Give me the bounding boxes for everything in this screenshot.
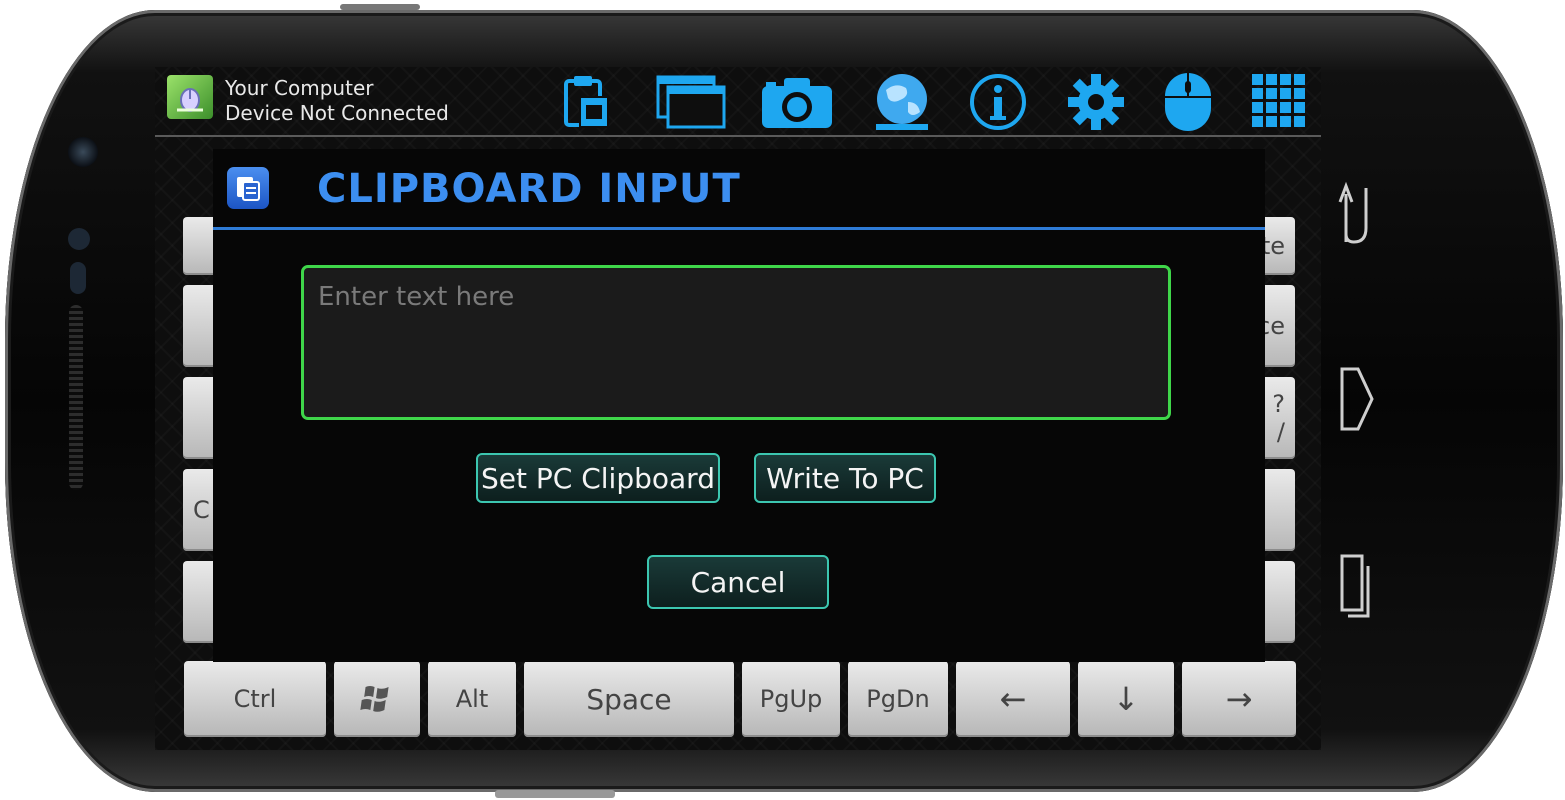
- key-label: →: [1225, 680, 1253, 718]
- key-alt[interactable]: Alt: [428, 661, 516, 737]
- key-label: PgUp: [759, 685, 823, 713]
- key-arrow-down[interactable]: ↓: [1078, 661, 1174, 737]
- globe-icon: [876, 74, 928, 130]
- proximity-sensor: [68, 228, 90, 250]
- recent-apps-icon: [1340, 554, 1370, 618]
- key-arrow-right[interactable]: →: [1182, 661, 1296, 737]
- top-toolbar: Your Computer Device Not Connected: [155, 67, 1321, 137]
- clipboard-text-input[interactable]: [301, 265, 1171, 420]
- keypad-tool-button[interactable]: [1249, 71, 1311, 133]
- back-button[interactable]: [1336, 178, 1376, 244]
- camera-icon: [762, 78, 832, 128]
- clipboard-dialog: CLIPBOARD INPUT Set PC Clipboard Write T…: [213, 149, 1265, 662]
- key-label: Ctrl: [233, 685, 277, 713]
- light-sensor: [70, 262, 86, 294]
- info-tool-button[interactable]: [967, 71, 1029, 133]
- app-screen: Your Computer Device Not Connected C te …: [155, 67, 1321, 750]
- mouse-tool-button[interactable]: [1157, 71, 1219, 133]
- earpiece-speaker: [69, 305, 83, 490]
- status-line-connection: Device Not Connected: [225, 101, 449, 125]
- info-icon: [970, 74, 1026, 130]
- power-button: [340, 4, 420, 10]
- cancel-button[interactable]: Cancel: [647, 555, 829, 609]
- clipboard-icon: [564, 76, 609, 128]
- settings-tool-button[interactable]: [1065, 71, 1127, 133]
- set-pc-clipboard-button[interactable]: Set PC Clipboard: [476, 453, 720, 503]
- windows-tool-button[interactable]: [655, 71, 727, 133]
- back-icon: [1338, 181, 1368, 244]
- key-pgup[interactable]: PgUp: [742, 661, 840, 737]
- home-icon: [1340, 367, 1374, 431]
- connection-status-icon: [167, 75, 213, 119]
- key-space[interactable]: Space: [524, 661, 734, 737]
- key-label: C: [193, 496, 210, 524]
- key-windows[interactable]: [334, 661, 420, 737]
- write-to-pc-button[interactable]: Write To PC: [754, 453, 936, 503]
- screenshot-tool-button[interactable]: [759, 71, 835, 133]
- dialog-header: CLIPBOARD INPUT: [213, 149, 1265, 230]
- front-camera: [68, 137, 98, 167]
- recent-apps-button[interactable]: [1336, 552, 1376, 622]
- windows-logo-icon: [360, 686, 389, 712]
- dialog-title: CLIPBOARD INPUT: [317, 166, 741, 212]
- connection-status: Your Computer Device Not Connected: [225, 76, 449, 126]
- key-label: ?: [1272, 390, 1285, 418]
- home-button[interactable]: [1336, 365, 1376, 433]
- status-line-computer: Your Computer: [225, 76, 374, 100]
- key-arrow-left[interactable]: ←: [956, 661, 1070, 737]
- key-pgdn[interactable]: PgDn: [848, 661, 948, 737]
- key-label: PgDn: [866, 685, 930, 713]
- clipboard-dialog-icon: [227, 167, 269, 209]
- key-label: ←: [999, 680, 1027, 718]
- key-label: Space: [586, 682, 672, 716]
- clipboard-tool-button[interactable]: [557, 71, 619, 133]
- usb-port: [495, 790, 615, 798]
- key-label: ↓: [1112, 680, 1140, 718]
- windows-icon: [656, 75, 726, 129]
- key-ctrl[interactable]: Ctrl: [184, 661, 326, 737]
- gear-icon: [1068, 74, 1124, 130]
- grid-icon: [1252, 74, 1305, 127]
- key-label: /: [1276, 418, 1285, 446]
- web-tool-button[interactable]: [869, 71, 935, 133]
- mouse-icon: [1165, 73, 1211, 131]
- key-label: Alt: [455, 685, 489, 713]
